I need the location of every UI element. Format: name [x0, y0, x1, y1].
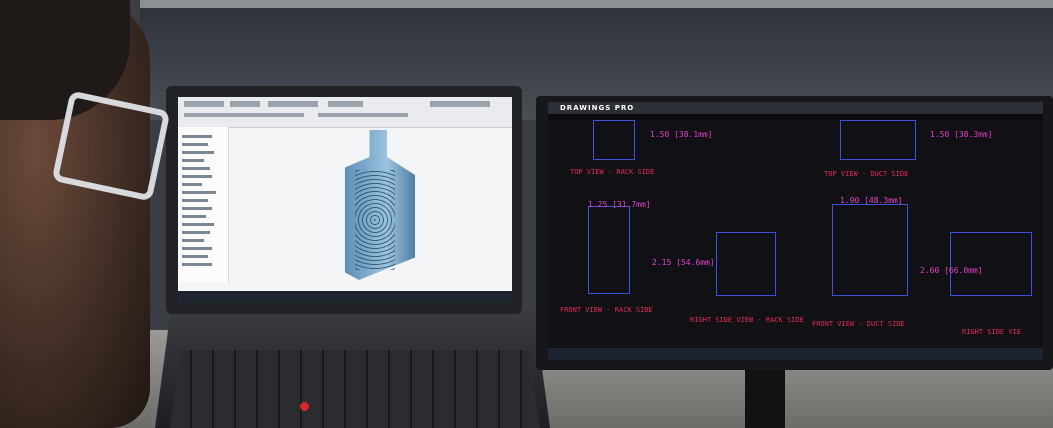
monitor-screen: DRAWINGS PRO 1.50 [38.1mm] 1.50 [38.3mm]… [548, 102, 1043, 360]
app-name: DRAWINGS PRO [560, 104, 635, 112]
view-label-top-rack: TOP VIEW - RACK SIDE [570, 168, 655, 176]
dim-label: 2.60 [66.0mm] [920, 266, 983, 275]
monitor-taskbar[interactable] [548, 348, 1043, 360]
view-label-front-rack: FRONT VIEW - RACK SIDE [560, 306, 653, 314]
top-view-duct-outline [840, 120, 916, 160]
right-view-duct-outline [950, 232, 1032, 296]
dim-label: 1.50 [38.3mm] [930, 130, 993, 139]
partition-frame [140, 0, 1053, 8]
drawing-canvas[interactable]: 1.50 [38.1mm] 1.50 [38.3mm] TOP VIEW - R… [548, 120, 1043, 348]
view-label-top-duct: TOP VIEW - DUCT SIDE [824, 170, 909, 178]
dim-label: 1.50 [38.1mm] [650, 130, 713, 139]
monitor-stand [745, 362, 785, 428]
view-label-right-rack: RIGHT SIDE VIEW - RACK SIDE [690, 316, 804, 324]
perforation-pattern [355, 170, 395, 270]
dim-label: 2.15 [54.6mm] [652, 258, 715, 267]
front-view-duct-outline [832, 204, 908, 296]
laptop-taskbar[interactable] [178, 291, 512, 303]
laptop-keyboard [170, 350, 540, 428]
app-titlebar[interactable]: DRAWINGS PRO [548, 102, 1043, 114]
front-view-rack-outline [588, 206, 630, 294]
view-label-front-duct: FRONT VIEW - DUCT SIDE [812, 320, 905, 328]
top-view-rack-outline [593, 120, 635, 160]
view-label-right-duct: RIGHT SIDE VIE [962, 328, 1022, 336]
trackpoint [300, 402, 309, 411]
dim-label: 1.90 [48.3mm] [840, 196, 903, 205]
feature-tree[interactable] [178, 127, 229, 283]
right-view-rack-outline [716, 232, 776, 296]
cad-ribbon-toolbar[interactable] [178, 97, 512, 128]
dim-label: 1.25 [31.7mm] [588, 200, 651, 209]
